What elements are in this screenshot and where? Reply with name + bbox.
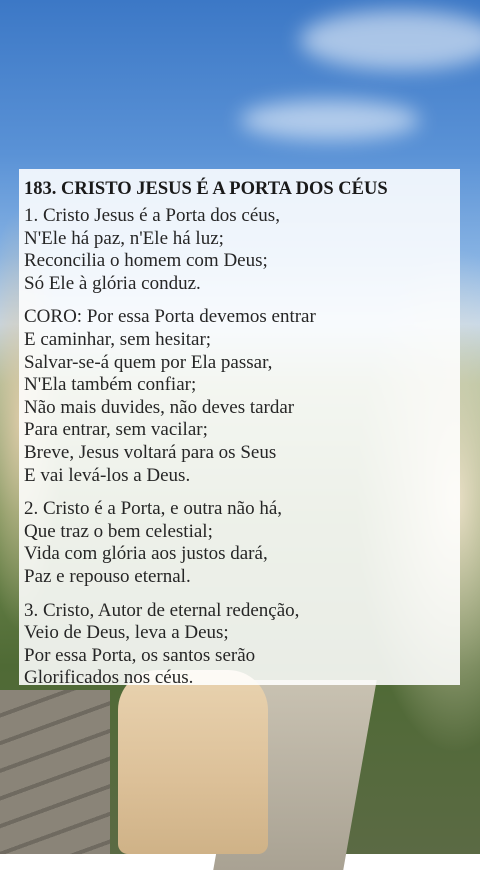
lyric-line: Que traz o bem celestial;: [24, 520, 213, 542]
person-figure: [118, 670, 268, 854]
lyric-line: Não mais duvides, não deves tardar: [24, 396, 295, 418]
lyric-line: 2. Cristo é a Porta, e outra não há,: [24, 498, 283, 520]
stone-wall: [0, 690, 110, 854]
cloud: [240, 100, 420, 140]
lyric-line: Glorificados nos céus.: [24, 667, 194, 689]
stanza-2: 2. Cristo é a Porta, e outra não há, Que…: [24, 498, 454, 588]
lyric-line: Salvar-se-á quem por Ela passar,: [24, 351, 273, 373]
stanza-1: 1. Cristo Jesus é a Porta dos céus, N'El…: [24, 205, 454, 295]
lyric-line: E caminhar, sem hesitar;: [24, 328, 212, 350]
hymn-lyrics-panel: 183. CRISTO JESUS É A PORTA DOS CÉUS 1. …: [19, 169, 460, 688]
chorus: CORO: Por essa Porta devemos entrar E ca…: [24, 306, 454, 487]
lyric-line: 1. Cristo Jesus é a Porta dos céus,: [24, 205, 280, 226]
lyric-line: E vai levá-los a Deus.: [24, 464, 191, 486]
lyric-line: Paz e repouso eternal.: [24, 565, 191, 587]
stanza-3: 3. Cristo, Autor de eternal redenção, Ve…: [24, 600, 454, 690]
lyric-line: Reconcilia o homem com Deus;: [24, 250, 268, 272]
lyric-line: N'Ele há paz, n'Ele há luz;: [24, 227, 224, 249]
lyric-line: N'Ela também confiar;: [24, 374, 197, 396]
lyric-line: Só Ele à glória conduz.: [24, 272, 201, 294]
lyric-line: Por essa Porta, os santos serão: [24, 644, 256, 666]
lyric-line: 3. Cristo, Autor de eternal redenção,: [24, 599, 300, 621]
hymn-title: 183. CRISTO JESUS É A PORTA DOS CÉUS: [24, 179, 388, 199]
lyric-line: Vida com glória aos justos dará,: [24, 543, 268, 565]
lyric-line: Veio de Deus, leva a Deus;: [24, 622, 229, 644]
lyric-line: Para entrar, sem vacilar;: [24, 419, 208, 441]
cloud: [300, 10, 480, 70]
lyric-line: Breve, Jesus voltará para os Seus: [24, 441, 277, 463]
lyric-line: CORO: Por essa Porta devemos entrar: [24, 306, 316, 328]
